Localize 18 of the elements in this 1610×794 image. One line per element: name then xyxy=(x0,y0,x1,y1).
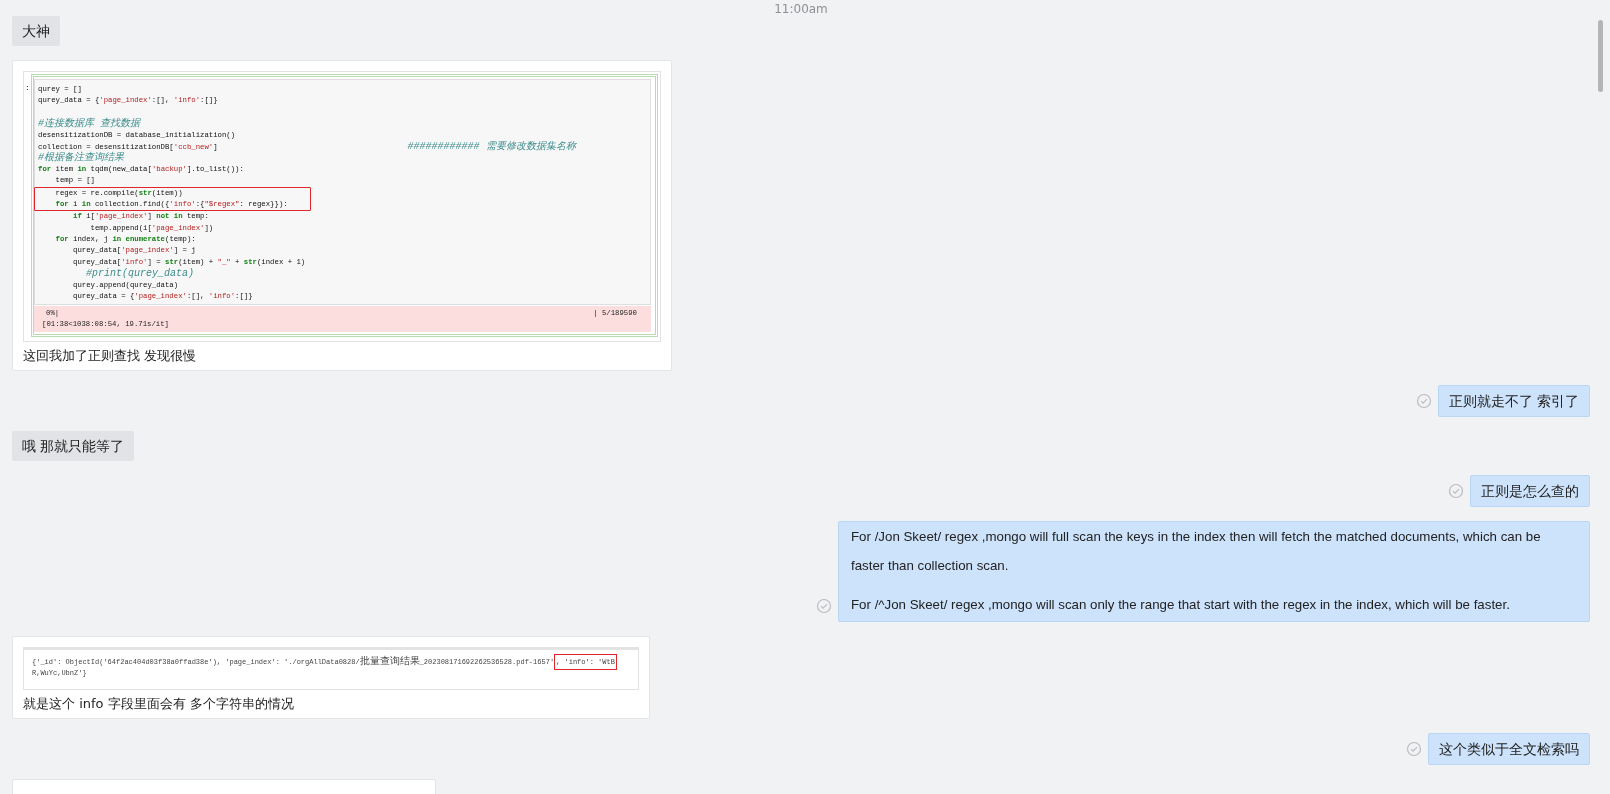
message-bubble: 哦 那就只能等了 xyxy=(12,431,135,462)
check-icon xyxy=(816,597,832,614)
message-caption: 就是这个 info 字段里面会有 多个字符串的情况 xyxy=(23,695,295,714)
check-icon xyxy=(1448,483,1464,500)
code-line: #根据备注查询结果 xyxy=(38,152,125,164)
check-icon xyxy=(1406,741,1422,758)
code-line: #print(qurey_data) xyxy=(85,268,196,280)
code-line: #连接数据库 查找数据 xyxy=(38,118,142,130)
scrollbar-thumb[interactable] xyxy=(1598,20,1603,92)
message-paragraph: For /^Jon Skeet/ regex ,mongo will scan only the range that start with the regex in the index, which will be faster. xyxy=(851,595,1511,614)
message-bubble: 正则就走不了 索引了 xyxy=(1437,385,1590,418)
message-bubble: 大神 xyxy=(12,16,60,46)
timestamp: 11:00am xyxy=(774,3,828,16)
message-bubble: 这个类似于全文检索吗 xyxy=(1428,733,1590,766)
check-icon xyxy=(1415,393,1432,410)
message-caption: 这回我加了正则查找 发现很慢 xyxy=(23,347,198,366)
message-bubble: 正则是怎么查的 xyxy=(1470,475,1590,508)
message-paragraph: For /Jon Skeet/ regex ,mongo will full scan the keys in the index then will fetch the matched documents, which can be faster than collection scan. xyxy=(851,528,1542,576)
